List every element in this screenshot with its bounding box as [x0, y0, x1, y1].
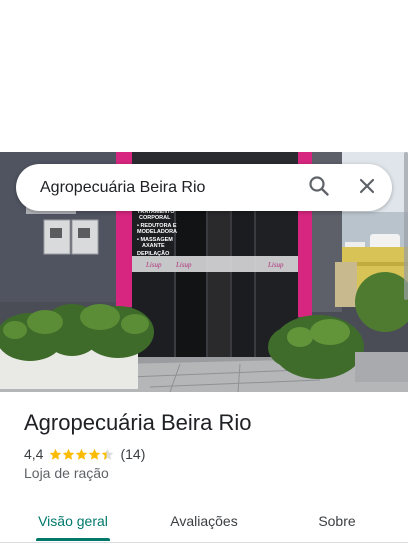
- clear-search-button[interactable]: [352, 173, 382, 203]
- search-input[interactable]: Agropecuária Beira Rio: [40, 164, 205, 211]
- tab-bar: Visão geral Avaliações Sobre: [0, 500, 408, 542]
- close-icon: [357, 176, 377, 201]
- star-icon: [49, 448, 62, 461]
- map-blank-area: [0, 0, 408, 152]
- sign-line: AXANTE: [142, 243, 165, 249]
- review-count[interactable]: (14): [120, 446, 145, 462]
- sign-line: MODELADORA: [137, 229, 177, 235]
- glass-label: Lisup: [267, 261, 284, 269]
- sign-line: CORPORAL: [139, 215, 171, 221]
- tab-reviews[interactable]: Avaliações: [157, 500, 251, 542]
- rating-stars: [49, 448, 114, 461]
- scrollbar[interactable]: [404, 152, 408, 300]
- active-tab-indicator: [36, 538, 110, 541]
- rating-row[interactable]: 4,4 (14): [24, 445, 145, 463]
- place-info-panel: Agropecuária Beira Rio 4,4 (14) Loja de …: [0, 392, 408, 544]
- tab-about[interactable]: Sobre: [290, 500, 384, 542]
- star-icon: [88, 448, 101, 461]
- place-title: Agropecuária Beira Rio: [24, 410, 252, 435]
- rating-value: 4,4: [24, 446, 44, 462]
- search-button[interactable]: [304, 173, 334, 203]
- search-bar[interactable]: Agropecuária Beira Rio: [16, 164, 392, 211]
- divider: [0, 542, 408, 543]
- tab-overview[interactable]: Visão geral: [26, 500, 120, 542]
- star-icon: [101, 448, 114, 461]
- star-icon: [62, 448, 75, 461]
- glass-label: Lisup: [145, 261, 162, 269]
- search-icon: [308, 175, 330, 202]
- star-icon: [75, 448, 88, 461]
- place-category[interactable]: Loja de ração: [24, 465, 109, 481]
- glass-label: Lisup: [175, 261, 192, 269]
- sign-line: DEPILAÇÃO: [137, 250, 170, 257]
